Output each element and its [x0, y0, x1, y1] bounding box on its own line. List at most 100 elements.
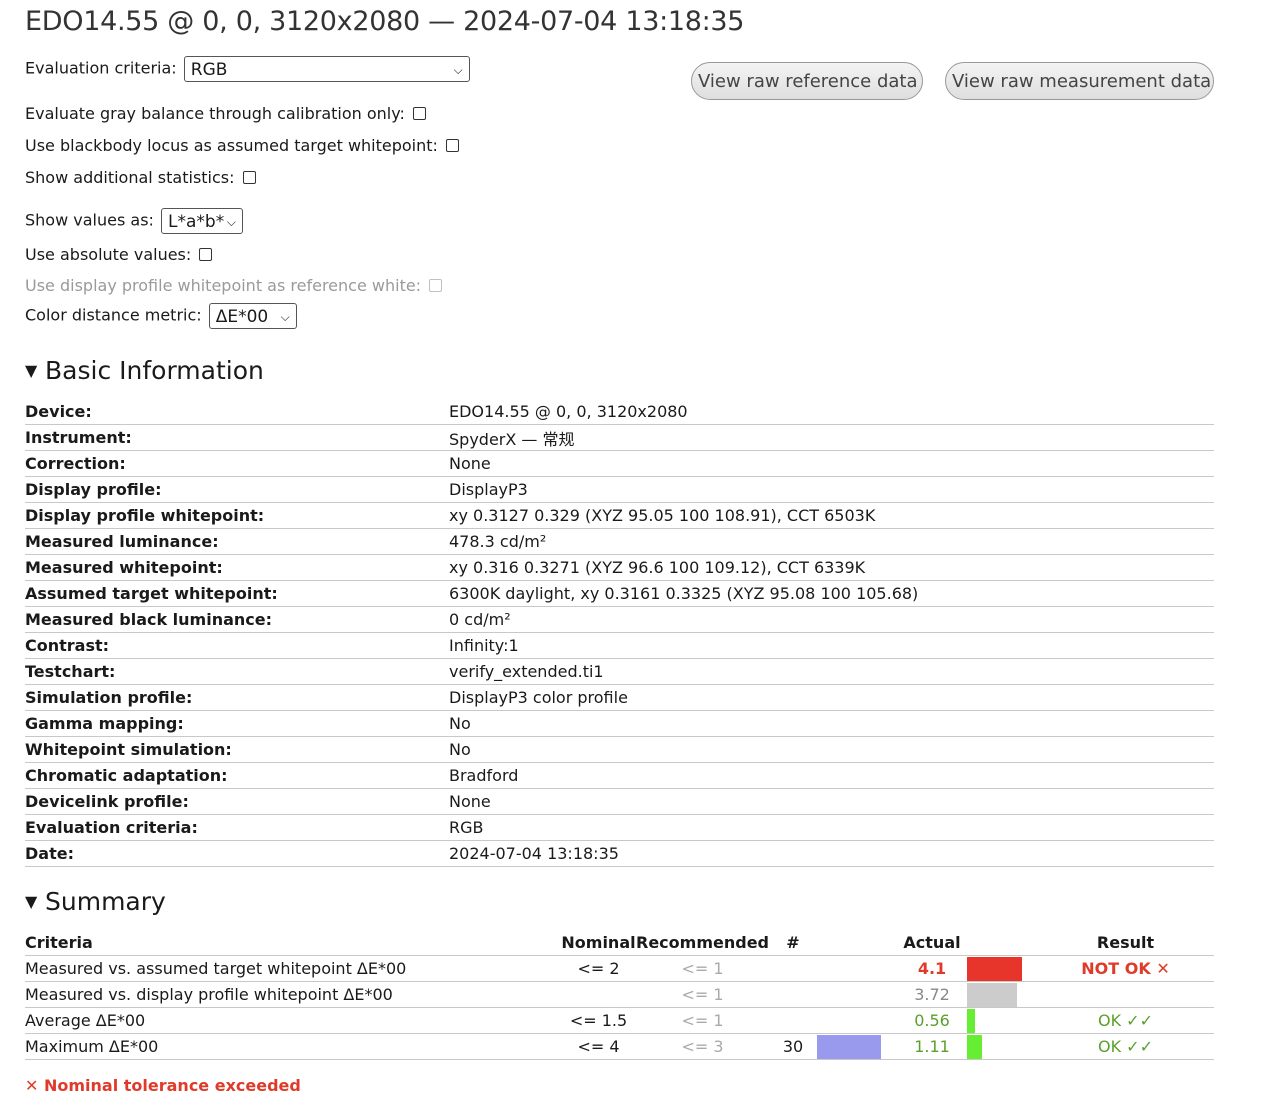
- info-row: Devicelink profile: None: [25, 788, 1214, 815]
- info-value: None: [449, 450, 1214, 477]
- color-distance-select[interactable]: ΔE*00 ⌵: [208, 303, 297, 329]
- summary-result: OK ✓✓: [1037, 1007, 1214, 1034]
- show-values-value: L*a*b*: [168, 212, 225, 232]
- info-value: verify_extended.ti1: [449, 658, 1214, 685]
- header-result: Result: [1037, 930, 1214, 956]
- info-key: Device:: [25, 399, 449, 425]
- info-key: Contrast:: [25, 632, 449, 659]
- absolute-values-row: Use absolute values:: [25, 245, 213, 264]
- profile-whitepoint-label: Use display profile whitepoint as refere…: [25, 276, 422, 295]
- additional-stats-checkbox[interactable]: [242, 171, 256, 184]
- page-title: EDO14.55 @ 0, 0, 3120x2080 — 2024-07-04 …: [25, 6, 745, 37]
- profile-whitepoint-checkbox: [429, 279, 443, 292]
- tolerance-exceeded-note: ✕ Nominal tolerance exceeded: [25, 1076, 301, 1095]
- gray-balance-checkbox[interactable]: [412, 107, 426, 120]
- color-distance-label: Color distance metric:: [25, 305, 202, 325]
- info-row: Gamma mapping: No: [25, 710, 1214, 737]
- info-key: Whitepoint simulation:: [25, 736, 449, 763]
- info-value: No: [449, 710, 1214, 737]
- info-row: Correction: None: [25, 450, 1214, 477]
- summary-recommended: <= 1: [636, 1007, 769, 1034]
- info-row: Device: EDO14.55 @ 0, 0, 3120x2080: [25, 399, 1214, 425]
- info-value: xy 0.316 0.3271 (XYZ 96.6 100 109.12), C…: [449, 554, 1214, 581]
- info-row: Testchart: verify_extended.ti1: [25, 658, 1214, 685]
- info-value: 478.3 cd/m²: [449, 528, 1214, 555]
- blackbody-checkbox[interactable]: [445, 139, 459, 152]
- summary-row: Average ΔE*00 <= 1.5 <= 1 0.56 OK ✓✓: [25, 1007, 1214, 1034]
- info-key: Measured black luminance:: [25, 606, 449, 633]
- summary-criteria: Average ΔE*00: [25, 1007, 561, 1034]
- header-nominal: Nominal: [561, 930, 636, 956]
- summary-count-bar-cell: [817, 1033, 897, 1060]
- summary-nominal: <= 4: [561, 1033, 636, 1060]
- summary-actual-bar-cell: [967, 1033, 1037, 1060]
- info-value: None: [449, 788, 1214, 815]
- info-row: Assumed target whitepoint: 6300K daylight…: [25, 580, 1214, 607]
- info-row: Measured black luminance: 0 cd/m²: [25, 606, 1214, 633]
- info-value: EDO14.55 @ 0, 0, 3120x2080: [449, 399, 1214, 425]
- summary-recommended: <= 1: [636, 955, 769, 982]
- info-key: Instrument:: [25, 424, 449, 451]
- info-row: Display profile: DisplayP3: [25, 476, 1214, 503]
- info-value: Infinity:1: [449, 632, 1214, 659]
- info-key: Evaluation criteria:: [25, 814, 449, 841]
- info-key: Gamma mapping:: [25, 710, 449, 737]
- color-distance-value: ΔE*00: [215, 307, 269, 327]
- view-raw-reference-button[interactable]: View raw reference data: [691, 62, 923, 100]
- summary-actual-bar-cell: [967, 955, 1037, 982]
- info-key: Devicelink profile:: [25, 788, 449, 815]
- summary-count-bar-cell: [817, 955, 897, 982]
- info-row: Whitepoint simulation: No: [25, 736, 1214, 763]
- info-row: Simulation profile: DisplayP3 color profi…: [25, 684, 1214, 711]
- summary-recommended: <= 1: [636, 981, 769, 1008]
- info-row: Chromatic adaptation: Bradford: [25, 762, 1214, 789]
- summary-count: [769, 955, 817, 982]
- info-key: Assumed target whitepoint:: [25, 580, 449, 607]
- triangle-down-icon: ▼: [25, 361, 38, 380]
- evaluation-criteria-row: Evaluation criteria: RGB ⌵: [25, 56, 470, 82]
- info-value: 2024-07-04 13:18:35: [449, 840, 1214, 867]
- blackbody-label: Use blackbody locus as assumed target wh…: [25, 136, 438, 155]
- summary-actual-bar-cell: [967, 981, 1037, 1008]
- show-values-label: Show values as:: [25, 210, 154, 230]
- info-row: Instrument: SpyderX — 常规: [25, 424, 1214, 451]
- summary-count: 30: [769, 1033, 817, 1060]
- show-values-row: Show values as: L*a*b* ⌵: [25, 208, 244, 234]
- summary-row: Maximum ΔE*00 <= 4 <= 3 30 1.11 OK ✓✓: [25, 1033, 1214, 1060]
- info-value: xy 0.3127 0.329 (XYZ 95.05 100 108.91), …: [449, 502, 1214, 529]
- summary-toggle[interactable]: ▼ Summary: [25, 887, 166, 916]
- summary-criteria: Measured vs. assumed target whitepoint Δ…: [25, 955, 561, 982]
- basic-information-heading: Basic Information: [45, 356, 264, 385]
- summary-nominal: <= 1.5: [561, 1007, 636, 1034]
- info-value: No: [449, 736, 1214, 763]
- summary-actual: 4.1: [897, 955, 967, 982]
- absolute-values-checkbox[interactable]: [199, 248, 213, 261]
- blackbody-row: Use blackbody locus as assumed target wh…: [25, 136, 459, 155]
- header-criteria: Criteria: [25, 930, 561, 956]
- chevron-down-icon: ⌵: [280, 310, 290, 324]
- summary-row: Measured vs. display profile whitepoint …: [25, 981, 1214, 1008]
- summary-table: Criteria Nominal Recommended # Actual Re…: [25, 930, 1214, 1060]
- info-key: Date:: [25, 840, 449, 867]
- header-count-bar: [817, 930, 897, 956]
- info-row: Date: 2024-07-04 13:18:35: [25, 840, 1214, 867]
- info-key: Testchart:: [25, 658, 449, 685]
- info-key: Display profile whitepoint:: [25, 502, 449, 529]
- header-count: #: [769, 930, 817, 956]
- summary-recommended: <= 3: [636, 1033, 769, 1060]
- summary-nominal: [561, 981, 636, 1008]
- evaluation-criteria-select[interactable]: RGB ⌵: [183, 56, 470, 82]
- info-value: SpyderX — 常规: [449, 424, 1214, 451]
- info-key: Correction:: [25, 450, 449, 477]
- count-bar: [817, 1034, 881, 1059]
- actual-bar: [967, 1034, 982, 1059]
- gray-balance-row: Evaluate gray balance through calibratio…: [25, 104, 426, 123]
- summary-nominal: <= 2: [561, 955, 636, 982]
- show-values-select[interactable]: L*a*b* ⌵: [161, 208, 244, 234]
- view-raw-measurement-button[interactable]: View raw measurement data: [945, 62, 1214, 100]
- chevron-down-icon: ⌵: [453, 63, 463, 77]
- basic-information-toggle[interactable]: ▼ Basic Information: [25, 356, 264, 385]
- info-value: Bradford: [449, 762, 1214, 789]
- summary-actual: 3.72: [897, 981, 967, 1008]
- basic-information-table: Device: EDO14.55 @ 0, 0, 3120x2080 Instrum…: [25, 399, 1214, 867]
